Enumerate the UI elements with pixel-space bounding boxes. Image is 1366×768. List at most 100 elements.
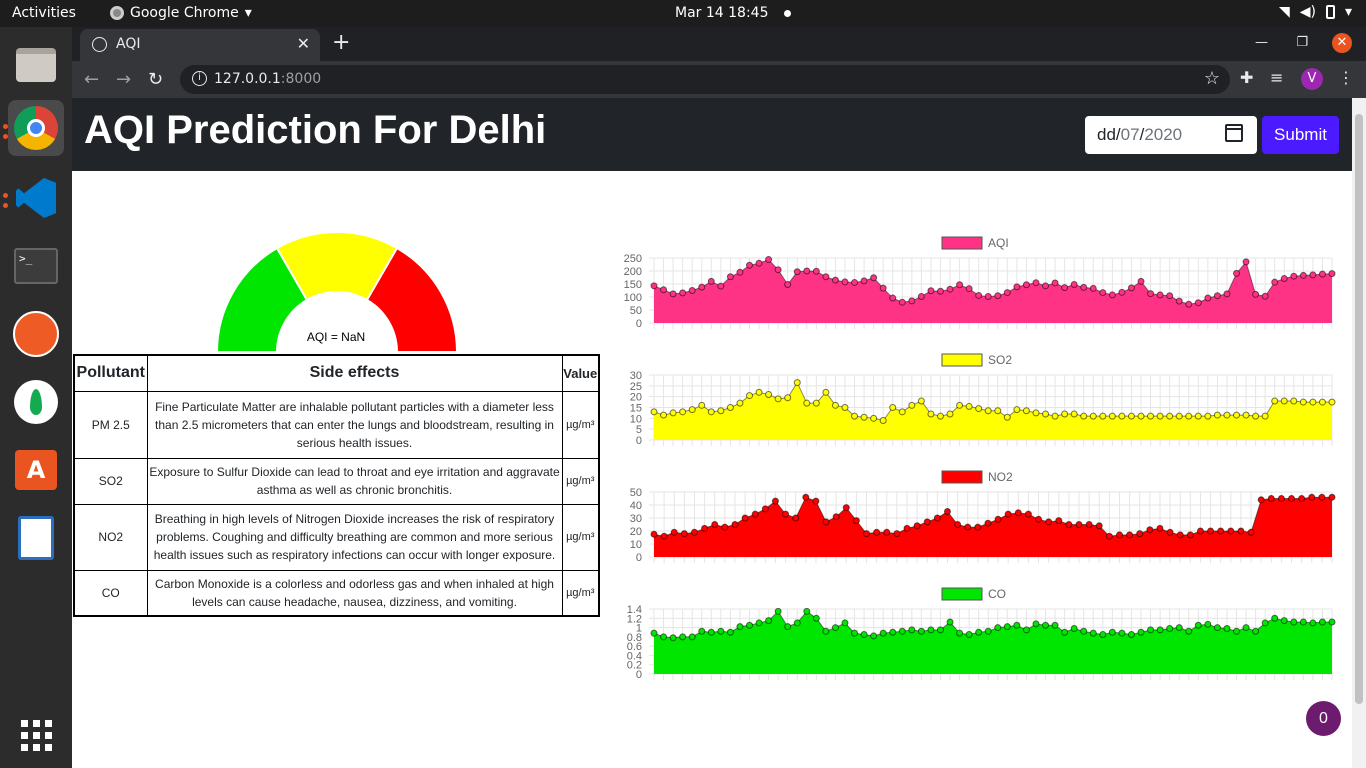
data-point[interactable] [984, 292, 992, 300]
data-point[interactable] [736, 268, 744, 276]
data-point[interactable] [1061, 628, 1069, 636]
data-point[interactable] [650, 629, 658, 637]
data-point[interactable] [975, 291, 983, 299]
data-point[interactable] [1042, 282, 1050, 290]
data-point[interactable] [711, 521, 719, 528]
data-point[interactable] [927, 287, 935, 295]
data-point[interactable] [1290, 397, 1298, 405]
data-point[interactable] [870, 414, 878, 422]
data-point[interactable] [1089, 629, 1097, 637]
data-point[interactable] [1127, 631, 1135, 639]
data-point[interactable] [975, 628, 983, 636]
data-point[interactable] [745, 621, 753, 629]
data-point[interactable] [936, 287, 944, 295]
data-point[interactable] [832, 513, 840, 521]
data-point[interactable] [690, 528, 698, 536]
data-point[interactable] [755, 388, 763, 396]
data-point[interactable] [1156, 626, 1164, 634]
data-point[interactable] [707, 628, 715, 636]
data-point[interactable] [870, 632, 878, 640]
data-point[interactable] [741, 514, 749, 522]
legend-swatch[interactable] [941, 470, 983, 484]
data-point[interactable] [994, 407, 1002, 415]
data-point[interactable] [1089, 284, 1097, 292]
data-point[interactable] [1194, 299, 1202, 307]
data-point[interactable] [707, 408, 715, 416]
data-point[interactable] [1223, 625, 1231, 632]
data-point[interactable] [903, 524, 911, 532]
data-point[interactable] [1118, 288, 1126, 296]
data-point[interactable] [731, 521, 739, 528]
data-point[interactable] [1099, 412, 1107, 420]
data-point[interactable] [898, 627, 906, 635]
data-point[interactable] [946, 285, 954, 293]
data-point[interactable] [1318, 270, 1326, 278]
data-point[interactable] [1185, 627, 1193, 635]
data-point[interactable] [1309, 271, 1317, 279]
data-point[interactable] [831, 401, 839, 409]
data-point[interactable] [679, 633, 687, 641]
activities-button[interactable]: Activities [12, 5, 76, 21]
data-point[interactable] [669, 290, 677, 298]
data-point[interactable] [1070, 410, 1078, 418]
data-point[interactable] [1280, 275, 1288, 283]
data-point[interactable] [1267, 495, 1275, 502]
data-point[interactable] [831, 624, 839, 632]
clock[interactable]: Mar 14 18:45 [675, 5, 792, 21]
media-queue-icon[interactable]: ≡ [1270, 68, 1283, 87]
bookmark-star-icon[interactable]: ☆ [1204, 68, 1220, 89]
data-point[interactable] [1166, 412, 1174, 420]
data-point[interactable] [965, 631, 973, 639]
data-point[interactable] [1137, 628, 1145, 636]
data-point[interactable] [650, 530, 658, 538]
data-point[interactable] [1013, 621, 1021, 629]
data-point[interactable] [1247, 528, 1255, 536]
data-point[interactable] [1166, 292, 1174, 300]
data-point[interactable] [879, 629, 887, 637]
data-point[interactable] [1271, 614, 1279, 622]
data-point[interactable] [1075, 521, 1083, 528]
software-center-icon[interactable]: A [8, 442, 64, 498]
data-point[interactable] [660, 411, 668, 419]
data-point[interactable] [1051, 279, 1059, 287]
data-point[interactable] [701, 524, 709, 532]
data-point[interactable] [745, 392, 753, 400]
data-point[interactable] [927, 410, 935, 418]
data-point[interactable] [1261, 412, 1269, 420]
data-point[interactable] [1185, 300, 1193, 308]
data-point[interactable] [774, 395, 782, 403]
postman-icon[interactable] [8, 306, 64, 362]
vscode-icon[interactable] [8, 170, 64, 226]
data-point[interactable] [669, 409, 677, 417]
data-point[interactable] [1051, 412, 1059, 420]
maximize-button[interactable]: ❐ [1296, 35, 1308, 50]
data-point[interactable] [717, 407, 725, 415]
data-point[interactable] [1035, 515, 1043, 523]
data-point[interactable] [1137, 412, 1145, 420]
chrome-icon[interactable] [8, 100, 64, 156]
data-point[interactable] [1318, 398, 1326, 406]
legend-label[interactable]: NO2 [988, 470, 1013, 484]
data-point[interactable] [860, 277, 868, 285]
data-point[interactable] [803, 607, 811, 615]
data-point[interactable] [860, 631, 868, 639]
data-point[interactable] [1175, 624, 1183, 632]
data-point[interactable] [1223, 290, 1231, 298]
data-point[interactable] [1108, 291, 1116, 299]
data-point[interactable] [1328, 618, 1336, 626]
data-point[interactable] [822, 627, 830, 635]
data-point[interactable] [1175, 412, 1183, 420]
data-point[interactable] [726, 273, 734, 281]
legend-swatch[interactable] [941, 587, 983, 601]
data-point[interactable] [893, 530, 901, 538]
data-point[interactable] [1022, 281, 1030, 289]
data-point[interactable] [650, 408, 658, 416]
data-point[interactable] [994, 624, 1002, 632]
data-point[interactable] [670, 528, 678, 536]
data-point[interactable] [898, 298, 906, 306]
data-point[interactable] [1194, 621, 1202, 629]
data-point[interactable] [984, 519, 992, 527]
data-point[interactable] [1204, 620, 1212, 628]
data-point[interactable] [1277, 495, 1285, 502]
data-point[interactable] [974, 523, 982, 531]
